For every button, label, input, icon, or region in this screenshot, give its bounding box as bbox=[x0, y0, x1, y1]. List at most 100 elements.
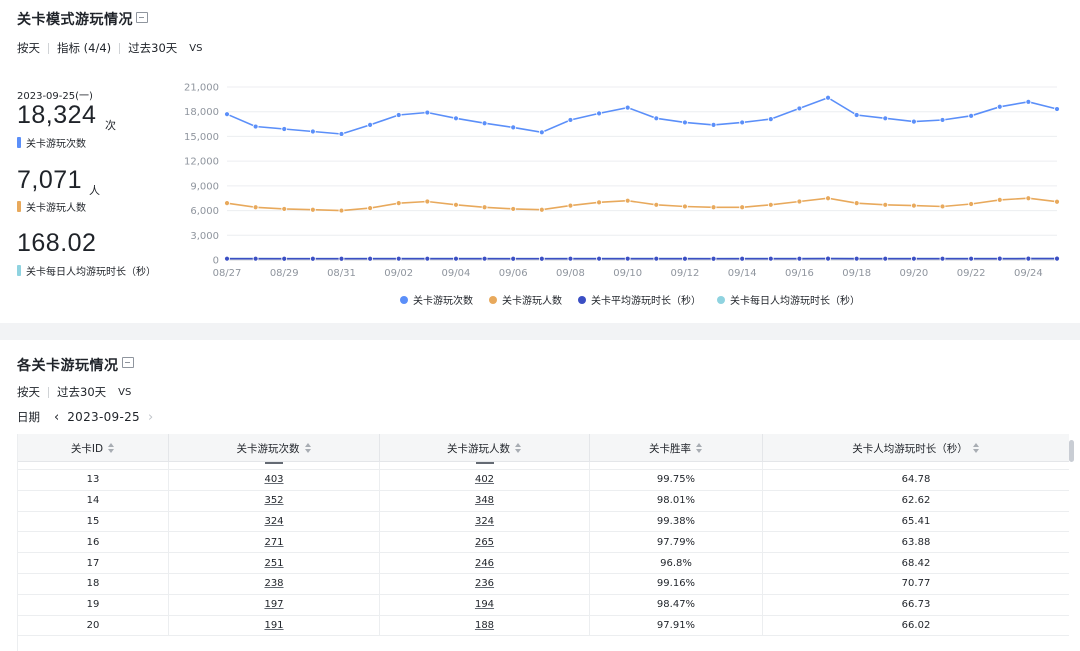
data-point bbox=[453, 201, 459, 208]
cell-play-count[interactable]: 251 bbox=[169, 553, 380, 573]
table-scrollbar[interactable] bbox=[1069, 440, 1074, 462]
date-value[interactable]: 2023-09-25 bbox=[67, 410, 140, 424]
data-point bbox=[882, 255, 889, 262]
data-point bbox=[567, 117, 574, 123]
data-point bbox=[367, 121, 374, 128]
column-header-play-count[interactable]: 关卡游玩次数 bbox=[169, 434, 380, 462]
data-point bbox=[939, 203, 946, 210]
data-point bbox=[996, 255, 1003, 262]
cell-level-id: 19 bbox=[18, 594, 169, 615]
data-point bbox=[624, 197, 631, 204]
filter-last-30-days[interactable]: 过去30天 bbox=[128, 40, 177, 56]
cell-play-count[interactable]: 271 bbox=[169, 532, 380, 553]
compare-vs-button[interactable]: VS bbox=[189, 43, 202, 54]
data-point bbox=[767, 255, 774, 262]
filter-last-30-days[interactable]: 过去30天 bbox=[57, 384, 106, 400]
series-line bbox=[226, 96, 1058, 135]
column-header-avg-duration[interactable]: 关卡人均游玩时长（秒） bbox=[763, 434, 1069, 462]
series-color-marker bbox=[17, 137, 21, 148]
cell-player-count[interactable]: 265 bbox=[380, 532, 590, 553]
data-point bbox=[338, 207, 345, 214]
sort-icon[interactable] bbox=[972, 443, 980, 453]
filter-by-day[interactable]: 按天 bbox=[17, 384, 40, 400]
cell-win-rate: 99.75% bbox=[590, 470, 763, 490]
data-point bbox=[682, 203, 688, 210]
data-point bbox=[853, 200, 860, 207]
data-point bbox=[510, 124, 517, 131]
kpi-player-count-unit: 人 bbox=[89, 184, 100, 197]
column-header-level-id[interactable]: 关卡ID bbox=[18, 434, 169, 462]
data-point bbox=[453, 115, 459, 122]
data-point bbox=[252, 255, 259, 262]
x-tick-label: 09/08 bbox=[556, 268, 585, 279]
cell-player-count[interactable]: 188 bbox=[380, 615, 590, 636]
data-point bbox=[281, 206, 288, 212]
sort-icon[interactable] bbox=[515, 443, 522, 453]
line-chart[interactable]: 21,000 18,000 15,000 12,000 9,000 6,000 3,000 0… bbox=[180, 75, 1060, 285]
cell-play-count[interactable]: 191 bbox=[169, 615, 380, 636]
cell-avg-duration: 64.78 bbox=[763, 470, 1069, 490]
table-row: 15 324 324 99.38% 65.41 bbox=[18, 511, 1069, 533]
sort-icon[interactable] bbox=[304, 443, 312, 453]
cell-player-count[interactable]: 236 bbox=[380, 573, 590, 594]
y-tick-label: 3,000 bbox=[190, 231, 219, 242]
chevron-right-icon[interactable]: › bbox=[148, 410, 153, 425]
legend-item[interactable]: 关卡游玩次数 bbox=[400, 292, 473, 307]
column-header-win-rate[interactable]: 关卡胜率 bbox=[590, 434, 763, 462]
data-point bbox=[853, 255, 860, 262]
cell-play-count[interactable]: 197 bbox=[169, 594, 380, 615]
table-body: 13 403 402 99.75% 64.78 14 352 348 98.01% 62.62 15… bbox=[18, 470, 1069, 637]
cell-level-id: 14 bbox=[18, 490, 169, 511]
data-point bbox=[996, 196, 1003, 203]
date-picker-row: 日期 ‹ 2023-09-25 › bbox=[17, 409, 153, 425]
filter-metrics[interactable]: 指标 (4/4) bbox=[57, 40, 111, 56]
table-row: 13 403 402 99.75% 64.78 bbox=[18, 470, 1069, 491]
data-point bbox=[825, 94, 831, 101]
level-table: 关卡ID 关卡游玩次数 关卡游玩人数 关卡胜率 关卡人均游玩时长（秒） 13 40… bbox=[17, 434, 1069, 651]
cell-avg-duration: 62.62 bbox=[763, 491, 1069, 511]
data-point bbox=[710, 204, 717, 211]
legend-item[interactable]: 关卡每日人均游玩时长（秒） bbox=[717, 292, 860, 307]
column-header-label: 关卡人均游玩时长（秒） bbox=[852, 442, 968, 455]
data-point bbox=[882, 201, 889, 208]
cell-player-count[interactable]: 194 bbox=[380, 594, 590, 615]
compare-vs-button[interactable]: VS bbox=[118, 387, 131, 398]
column-header-player-count[interactable]: 关卡游玩人数 bbox=[380, 434, 590, 462]
series-color-marker bbox=[17, 265, 21, 276]
cell-player-count[interactable]: 402 bbox=[380, 470, 590, 490]
data-point bbox=[481, 255, 488, 262]
divider bbox=[48, 386, 49, 398]
filter-by-day[interactable]: 按天 bbox=[17, 40, 40, 56]
legend-item[interactable]: 关卡游玩人数 bbox=[489, 292, 562, 307]
data-point bbox=[796, 105, 803, 112]
cell-play-count[interactable]: 324 bbox=[169, 511, 380, 532]
cell-play-count[interactable]: 403 bbox=[169, 470, 380, 490]
data-point bbox=[939, 255, 946, 262]
kpi-avg-duration-value: 168.02 bbox=[17, 229, 97, 257]
y-tick-label: 9,000 bbox=[190, 181, 219, 192]
data-point bbox=[567, 202, 574, 209]
kpi-avg-duration-label: 关卡每日人均游玩时长（秒） bbox=[17, 263, 156, 278]
cell-play-count[interactable]: 238 bbox=[169, 573, 380, 594]
cell-player-count[interactable]: 348 bbox=[380, 490, 590, 511]
cell-player-count[interactable]: 246 bbox=[380, 553, 590, 573]
chevron-left-icon[interactable]: ‹ bbox=[54, 410, 59, 425]
data-point bbox=[252, 123, 259, 130]
data-point bbox=[453, 255, 459, 262]
x-tick-label: 09/16 bbox=[785, 268, 814, 279]
cell-avg-duration: 68.42 bbox=[763, 553, 1069, 573]
comment-icon[interactable] bbox=[122, 357, 134, 368]
cell-play-count[interactable]: 352 bbox=[169, 490, 380, 511]
sort-icon[interactable] bbox=[108, 443, 115, 453]
cell-win-rate: 99.16% bbox=[590, 573, 763, 594]
data-point bbox=[510, 255, 517, 262]
data-point bbox=[395, 112, 402, 118]
sort-icon[interactable] bbox=[696, 443, 703, 453]
data-point bbox=[424, 255, 431, 262]
data-point bbox=[1025, 98, 1032, 105]
legend-item[interactable]: 关卡平均游玩时长（秒） bbox=[578, 292, 701, 307]
cell-player-count[interactable]: 324 bbox=[380, 511, 590, 532]
data-point bbox=[281, 255, 288, 262]
comment-icon[interactable] bbox=[136, 12, 148, 23]
kpi-label-text: 关卡游玩人数 bbox=[26, 203, 86, 214]
